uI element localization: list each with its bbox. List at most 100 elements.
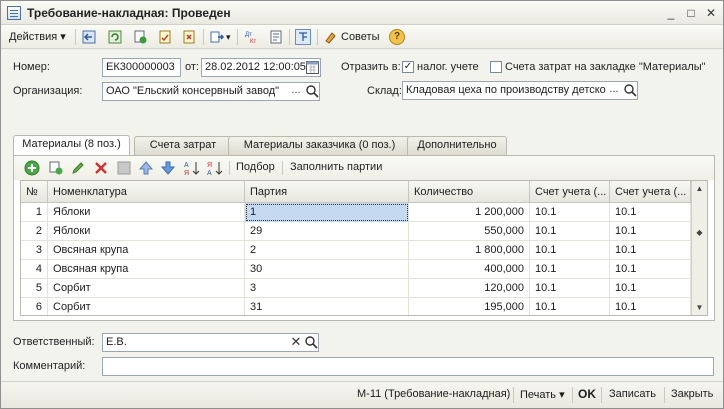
cell-account-2[interactable]: 10.1 xyxy=(610,260,691,279)
comment-field[interactable] xyxy=(102,357,714,376)
scroll-thumb-grip-icon[interactable]: ◆ xyxy=(692,225,707,240)
number-field[interactable]: ЕК300000003 xyxy=(102,58,181,77)
cell-batch[interactable]: 1 xyxy=(245,203,409,222)
save-button[interactable]: Записать xyxy=(609,388,656,400)
responsible-field[interactable]: Е.В. xyxy=(102,333,319,352)
cell-item[interactable]: Яблоки xyxy=(48,222,245,241)
table-row[interactable]: 6 Сорбит 31 195,000 10.1 10.1 xyxy=(21,298,691,315)
cell-quantity[interactable]: 195,000 xyxy=(409,298,530,315)
cell-item[interactable]: Сорбит xyxy=(48,298,245,315)
help-icon[interactable]: ? xyxy=(389,29,405,45)
sort-descending-icon[interactable]: ЯА xyxy=(206,160,224,176)
cell-quantity[interactable]: 400,000 xyxy=(409,260,530,279)
chevron-down-icon[interactable]: ▾ xyxy=(226,28,231,46)
sort-ascending-icon[interactable]: АЯ xyxy=(183,160,201,176)
tips-button[interactable]: Советы xyxy=(341,28,379,46)
clear-icon[interactable]: ✕ xyxy=(288,334,304,351)
column-header-quantity[interactable]: Количество xyxy=(409,181,530,203)
cell-account-1[interactable]: 10.1 xyxy=(530,222,610,241)
column-header-batch[interactable]: Партия xyxy=(245,181,409,203)
cell-item[interactable]: Овсяная крупа xyxy=(48,241,245,260)
based-on-icon[interactable] xyxy=(209,29,225,45)
ok-button[interactable]: OK xyxy=(578,387,596,401)
actions-menu[interactable]: Действия ▾ xyxy=(9,28,66,46)
copy-doc-icon[interactable] xyxy=(132,29,148,45)
cost-accounts-checkbox[interactable] xyxy=(490,61,502,73)
form-print-button[interactable]: М-11 (Требование-накладная) xyxy=(357,388,510,400)
cell-account-1[interactable]: 10.1 xyxy=(530,279,610,298)
tab-cost-accounts[interactable]: Счета затрат xyxy=(134,136,232,155)
cell-batch[interactable]: 3 xyxy=(245,279,409,298)
cell-account-2[interactable]: 10.1 xyxy=(610,241,691,260)
calendar-icon[interactable] xyxy=(306,60,319,74)
column-header-account-1[interactable]: Счет учета (... xyxy=(530,181,610,203)
warehouse-field[interactable]: Кладовая цеха по производству детско xyxy=(402,81,638,100)
delete-row-icon[interactable] xyxy=(93,160,109,176)
main-toolbar: Действия ▾ ▾ Дт Кт Советы ? xyxy=(1,25,723,49)
tab-additional[interactable]: Дополнительно xyxy=(407,136,507,155)
cell-account-1[interactable]: 10.1 xyxy=(530,298,610,315)
table-row[interactable]: 2 Яблоки 29 550,000 10.1 10.1 xyxy=(21,222,691,241)
warehouse-select-button[interactable]: ... xyxy=(606,82,622,99)
close-form-button[interactable]: Закрыть xyxy=(671,388,713,400)
report-icon[interactable] xyxy=(268,29,284,45)
scroll-down-icon[interactable]: ▼ xyxy=(692,300,707,315)
fill-batches-button[interactable]: Заполнить партии xyxy=(290,161,382,173)
cell-item[interactable]: Овсяная крупа xyxy=(48,260,245,279)
minimize-button[interactable]: _ xyxy=(663,5,679,21)
copy-row-icon[interactable] xyxy=(48,160,64,176)
cell-quantity[interactable]: 120,000 xyxy=(409,279,530,298)
cell-account-2[interactable]: 10.1 xyxy=(610,222,691,241)
cell-account-1[interactable]: 10.1 xyxy=(530,203,610,222)
table-row[interactable]: 5 Сорбит 3 120,000 10.1 10.1 xyxy=(21,279,691,298)
move-down-icon[interactable] xyxy=(160,160,176,176)
add-row-icon[interactable] xyxy=(24,160,40,176)
search-icon[interactable] xyxy=(622,82,638,99)
table-scrollbar[interactable]: ▲ ◆ ▼ xyxy=(691,181,707,315)
post-document-icon[interactable] xyxy=(157,29,173,45)
journal-entries-icon[interactable]: ДтКт xyxy=(244,29,260,45)
tab-materials[interactable]: Материалы (8 поз.) xyxy=(13,135,130,155)
refresh-icon[interactable] xyxy=(107,29,123,45)
cell-account-2[interactable]: 10.1 xyxy=(610,203,691,222)
end-edit-icon[interactable] xyxy=(116,160,132,176)
cell-quantity[interactable]: 1 200,000 xyxy=(409,203,530,222)
date-field[interactable]: 28.02.2012 12:00:05 xyxy=(201,58,321,77)
move-up-icon[interactable] xyxy=(138,160,154,176)
tax-accounting-checkbox[interactable]: ✓ xyxy=(402,61,414,73)
cell-batch[interactable]: 29 xyxy=(245,222,409,241)
cell-quantity[interactable]: 1 800,000 xyxy=(409,241,530,260)
cell-batch[interactable]: 2 xyxy=(245,241,409,260)
maximize-button[interactable]: □ xyxy=(683,5,699,21)
tab-customer-materials[interactable]: Материалы заказчика (0 поз.) xyxy=(228,136,411,155)
selection-button[interactable]: Подбор xyxy=(236,161,275,173)
cell-account-1[interactable]: 10.1 xyxy=(530,241,610,260)
unpost-document-icon[interactable] xyxy=(181,29,197,45)
structure-icon[interactable] xyxy=(295,29,311,45)
cell-account-1[interactable]: 10.1 xyxy=(530,260,610,279)
organization-select-button[interactable]: ... xyxy=(288,83,304,100)
table-row[interactable]: 3 Овсяная крупа 2 1 800,000 10.1 10.1 xyxy=(21,241,691,260)
print-menu[interactable]: Печать ▾ xyxy=(520,388,565,401)
materials-table[interactable]: № Номенклатура Партия Количество Счет уч… xyxy=(20,180,708,316)
cell-quantity[interactable]: 550,000 xyxy=(409,222,530,241)
column-header-item[interactable]: Номенклатура xyxy=(48,181,245,203)
back-icon[interactable] xyxy=(81,29,97,45)
cell-batch[interactable]: 30 xyxy=(245,260,409,279)
number-label: Номер: xyxy=(13,61,50,73)
scroll-up-icon[interactable]: ▲ xyxy=(692,181,707,196)
close-button[interactable]: ✕ xyxy=(703,5,719,21)
cell-item[interactable]: Сорбит xyxy=(48,279,245,298)
column-header-number[interactable]: № xyxy=(21,181,48,203)
cell-account-2[interactable]: 10.1 xyxy=(610,298,691,315)
cell-batch[interactable]: 31 xyxy=(245,298,409,315)
table-row[interactable]: 1 Яблоки 1 1 200,000 10.1 10.1 xyxy=(21,203,691,222)
search-icon[interactable] xyxy=(304,83,320,100)
cell-item[interactable]: Яблоки xyxy=(48,203,245,222)
column-header-account-2[interactable]: Счет учета (... xyxy=(610,181,691,203)
table-row[interactable]: 4 Овсяная крупа 30 400,000 10.1 10.1 xyxy=(21,260,691,279)
cell-account-2[interactable]: 10.1 xyxy=(610,279,691,298)
row-number: 5 xyxy=(21,279,48,298)
edit-row-icon[interactable] xyxy=(70,160,86,176)
search-icon[interactable] xyxy=(303,334,319,351)
